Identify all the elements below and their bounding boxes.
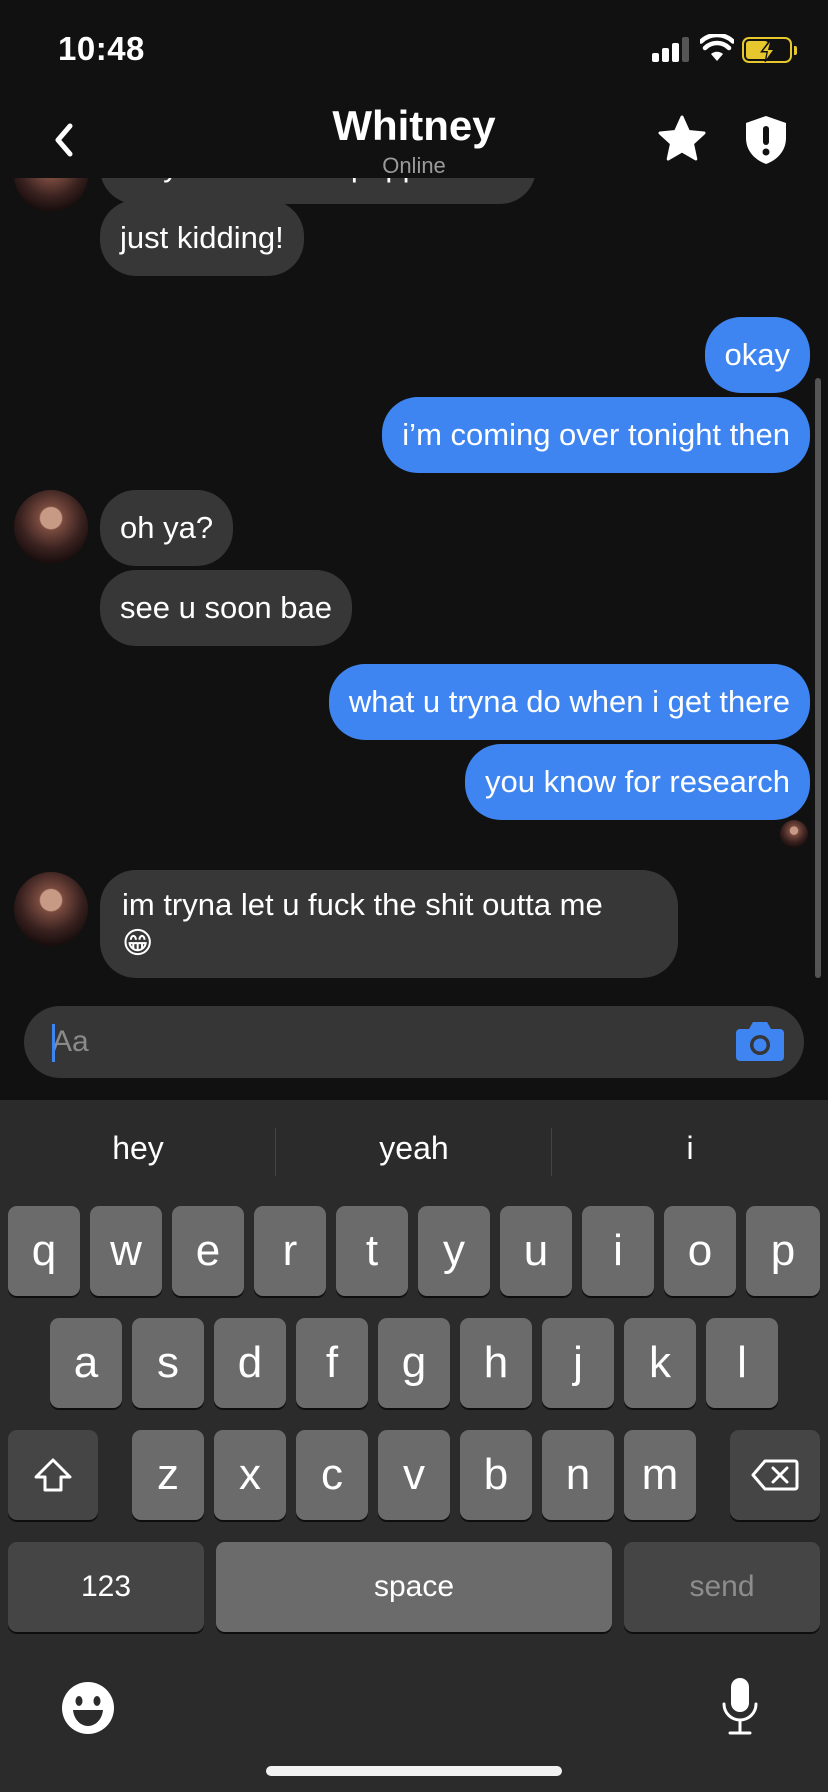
- message-text: im tryna let u fuck the shit outta me: [122, 887, 603, 922]
- key-z[interactable]: z: [132, 1430, 204, 1520]
- shift-arrow-icon: [34, 1458, 72, 1492]
- incoming-message[interactable]: just kidding!: [100, 200, 304, 276]
- outgoing-message[interactable]: what u tryna do when i get there: [328, 664, 810, 740]
- space-key[interactable]: space: [216, 1542, 612, 1632]
- suggestion-item[interactable]: hey: [0, 1130, 276, 1167]
- suggestion-item[interactable]: i: [552, 1130, 828, 1167]
- suggestion-item[interactable]: yeah: [276, 1130, 552, 1167]
- key-w[interactable]: w: [90, 1206, 162, 1296]
- key-l[interactable]: l: [706, 1318, 778, 1408]
- outgoing-message[interactable]: i’m coming over tonight then: [382, 397, 810, 473]
- delete-key[interactable]: [730, 1430, 820, 1520]
- status-bar: 10:48: [0, 0, 828, 100]
- status-time: 10:48: [58, 30, 145, 67]
- key-r[interactable]: r: [254, 1206, 326, 1296]
- message-input[interactable]: [52, 1020, 692, 1064]
- incoming-message[interactable]: oh ya?: [100, 490, 234, 566]
- send-key[interactable]: send: [624, 1542, 820, 1632]
- key-e[interactable]: e: [172, 1206, 244, 1296]
- contact-avatar[interactable]: [14, 178, 88, 212]
- key-o[interactable]: o: [664, 1206, 736, 1296]
- wifi-icon: [700, 34, 734, 61]
- scrollbar[interactable]: [815, 378, 821, 978]
- conversation-header: Whitney Online: [0, 96, 828, 180]
- contact-avatar[interactable]: [14, 490, 88, 564]
- key-q[interactable]: q: [8, 1206, 80, 1296]
- outgoing-message[interactable]: you know for research: [465, 744, 810, 820]
- key-s[interactable]: s: [132, 1318, 204, 1408]
- key-i[interactable]: i: [582, 1206, 654, 1296]
- key-y[interactable]: y: [418, 1206, 490, 1296]
- key-p[interactable]: p: [746, 1206, 820, 1296]
- key-h[interactable]: h: [460, 1318, 532, 1408]
- outgoing-message[interactable]: okay: [704, 317, 810, 393]
- key-j[interactable]: j: [542, 1318, 614, 1408]
- key-a[interactable]: a: [50, 1318, 122, 1408]
- message-composer: [24, 1006, 804, 1078]
- key-t[interactable]: t: [336, 1206, 408, 1296]
- home-indicator[interactable]: [266, 1766, 562, 1776]
- predictive-suggestions: hey yeah i: [0, 1100, 828, 1200]
- microphone-icon[interactable]: [720, 1676, 760, 1740]
- keyboard: hey yeah i q w e r t y u i o p a s d f g…: [0, 1100, 828, 1792]
- shield-alert-icon[interactable]: [742, 114, 790, 166]
- cellular-signal-icon: [652, 36, 692, 62]
- backspace-icon: [751, 1459, 799, 1491]
- key-c[interactable]: c: [296, 1430, 368, 1520]
- key-x[interactable]: x: [214, 1430, 286, 1520]
- camera-icon[interactable]: [734, 1017, 786, 1065]
- key-g[interactable]: g: [378, 1318, 450, 1408]
- message-list[interactable]: maybe like.. bell pepper hot? just kiddi…: [0, 178, 828, 998]
- key-v[interactable]: v: [378, 1430, 450, 1520]
- grinning-emoji: 😁: [122, 927, 154, 960]
- key-u[interactable]: u: [500, 1206, 572, 1296]
- star-icon[interactable]: [656, 114, 708, 164]
- key-d[interactable]: d: [214, 1318, 286, 1408]
- key-n[interactable]: n: [542, 1430, 614, 1520]
- key-k[interactable]: k: [624, 1318, 696, 1408]
- emoji-icon[interactable]: [60, 1680, 116, 1736]
- battery-charging-icon: [742, 37, 797, 63]
- numbers-key[interactable]: 123: [8, 1542, 204, 1632]
- incoming-message[interactable]: im tryna let u fuck the shit outta me 😁: [100, 870, 678, 978]
- incoming-message[interactable]: see u soon bae: [100, 570, 353, 646]
- read-receipt-avatar: [780, 820, 808, 848]
- shift-key[interactable]: [8, 1430, 98, 1520]
- key-b[interactable]: b: [460, 1430, 532, 1520]
- key-m[interactable]: m: [624, 1430, 696, 1520]
- contact-avatar[interactable]: [14, 872, 88, 946]
- text-caret: [52, 1024, 55, 1062]
- key-f[interactable]: f: [296, 1318, 368, 1408]
